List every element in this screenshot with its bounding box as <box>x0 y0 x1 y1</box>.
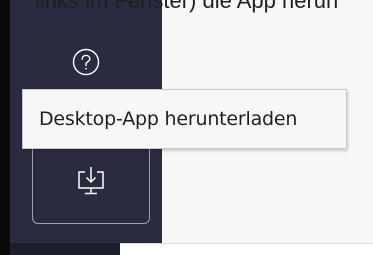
sidebar-bottom-edge <box>10 243 120 255</box>
question-circle-icon <box>72 48 100 76</box>
monitor-download-icon <box>78 167 104 195</box>
document-caption-text: links im Fenster) die App herun <box>35 0 339 13</box>
help-button[interactable] <box>68 44 104 80</box>
download-tooltip: Desktop-App herunterladen <box>22 89 347 149</box>
content-bottom-edge <box>120 243 373 255</box>
window-left-edge <box>0 0 10 255</box>
tooltip-text: Desktop-App herunterladen <box>39 108 298 130</box>
